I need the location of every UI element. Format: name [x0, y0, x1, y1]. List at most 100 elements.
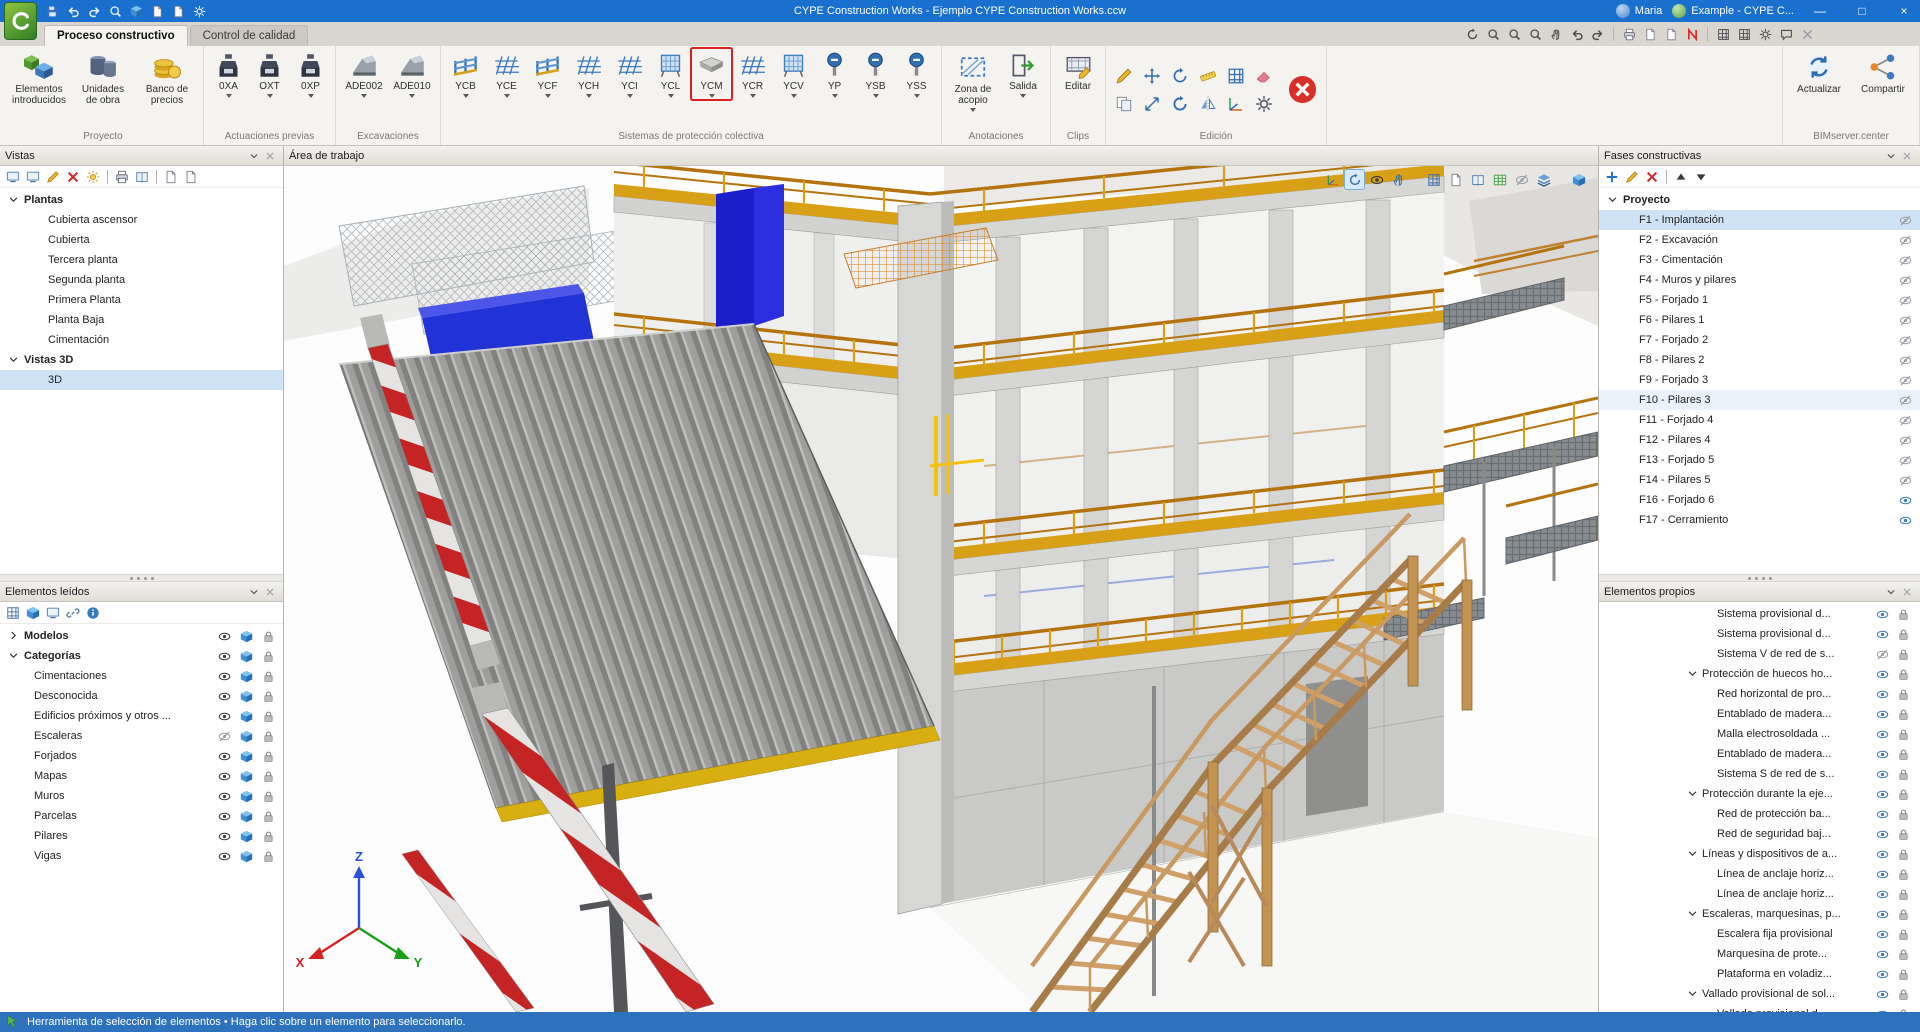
- lock-icon[interactable]: [262, 730, 275, 743]
- own-element-group-row[interactable]: Escaleras, marquesinas, p...: [1599, 904, 1920, 924]
- cube-icon[interactable]: [240, 790, 253, 803]
- move-up-icon[interactable]: [1672, 168, 1690, 186]
- eye-icon[interactable]: [1876, 728, 1889, 741]
- visibility-edit-icon[interactable]: [1512, 170, 1531, 189]
- stretch-icon[interactable]: [1139, 91, 1165, 117]
- eye-off-icon[interactable]: [1899, 374, 1912, 387]
- compartir-button[interactable]: Compartir: [1852, 49, 1914, 96]
- elementos-introducidos-button[interactable]: Elementos introducidos: [8, 49, 70, 107]
- eye-off-icon[interactable]: [1899, 454, 1912, 467]
- previous-view-icon[interactable]: [1568, 25, 1586, 43]
- coordinate-system-icon[interactable]: [1323, 170, 1342, 189]
- own-element-row[interactable]: Plataforma en voladiz...: [1599, 964, 1920, 984]
- cube-icon[interactable]: [240, 810, 253, 823]
- phase-row-f1-selected[interactable]: F1 - Implantación: [1599, 210, 1920, 230]
- cube-icon[interactable]: [240, 690, 253, 703]
- eye-icon[interactable]: [1876, 708, 1889, 721]
- phase-row-f12[interactable]: F12 - Pilares 4: [1599, 430, 1920, 450]
- eye-icon[interactable]: [218, 710, 231, 723]
- oxt-button[interactable]: OXT: [250, 49, 289, 99]
- eye-icon[interactable]: [1876, 948, 1889, 961]
- lock-icon[interactable]: [262, 850, 275, 863]
- import-view-icon[interactable]: [182, 168, 200, 186]
- move-down-icon[interactable]: [1692, 168, 1710, 186]
- tree-node-categorias[interactable]: Categorías: [0, 646, 283, 666]
- models-icon[interactable]: [4, 604, 22, 622]
- eye-off-icon[interactable]: [1899, 294, 1912, 307]
- chat-icon[interactable]: [1777, 25, 1795, 43]
- lock-icon[interactable]: [1897, 828, 1910, 841]
- eye-icon[interactable]: [218, 770, 231, 783]
- zoom-icon[interactable]: [107, 3, 124, 20]
- tree-item-muros[interactable]: Muros: [0, 786, 283, 806]
- lock-icon[interactable]: [1897, 928, 1910, 941]
- eye-icon[interactable]: [1876, 608, 1889, 621]
- delete-view-icon[interactable]: [64, 168, 82, 186]
- cube-icon[interactable]: [240, 650, 253, 663]
- new-view-icon[interactable]: [4, 168, 22, 186]
- tree-item-segunda-planta[interactable]: Segunda planta: [0, 270, 283, 290]
- block-3d-icon[interactable]: [128, 3, 145, 20]
- own-element-group-row[interactable]: Protección durante la eje...: [1599, 784, 1920, 804]
- oxp-button[interactable]: 0XP: [291, 49, 330, 99]
- lock-icon[interactable]: [1897, 768, 1910, 781]
- lock-icon[interactable]: [1897, 728, 1910, 741]
- rotate-copy-icon[interactable]: [1167, 91, 1193, 117]
- tree-item-forjados[interactable]: Forjados: [0, 746, 283, 766]
- matrix-icon[interactable]: [1223, 63, 1249, 89]
- phase-row-f2[interactable]: F2 - Excavación: [1599, 230, 1920, 250]
- eye-icon[interactable]: [1876, 748, 1889, 761]
- tree-item-pilares[interactable]: Pilares: [0, 826, 283, 846]
- phase-row-f17[interactable]: F17 - Cerramiento: [1599, 510, 1920, 530]
- snap-icon[interactable]: [1735, 25, 1753, 43]
- tree-node-modelos[interactable]: Modelos: [0, 626, 283, 646]
- tree-item-cubierta[interactable]: Cubierta: [0, 230, 283, 250]
- lock-icon[interactable]: [262, 810, 275, 823]
- maximize-button[interactable]: □: [1846, 0, 1878, 22]
- own-element-row[interactable]: Sistema S de red de s...: [1599, 764, 1920, 784]
- zoom-selection-icon[interactable]: [1526, 25, 1544, 43]
- phase-row-f9[interactable]: F9 - Forjado 3: [1599, 370, 1920, 390]
- yci-button[interactable]: YCI: [610, 49, 649, 99]
- cube-icon[interactable]: [240, 770, 253, 783]
- own-element-row[interactable]: Sistema provisional d...: [1599, 604, 1920, 624]
- lock-icon[interactable]: [1897, 808, 1910, 821]
- eye-icon[interactable]: [1876, 868, 1889, 881]
- pan-view-icon[interactable]: [1389, 170, 1408, 189]
- visibility-options-icon[interactable]: [1367, 170, 1386, 189]
- tree-item-escaleras[interactable]: Escaleras: [0, 726, 283, 746]
- own-element-row[interactable]: Red horizontal de pro...: [1599, 684, 1920, 704]
- magnet-icon[interactable]: [1683, 25, 1701, 43]
- eye-icon[interactable]: [1876, 888, 1889, 901]
- edit-icon[interactable]: [1111, 63, 1137, 89]
- phase-row-f8[interactable]: F8 - Pilares 2: [1599, 350, 1920, 370]
- own-element-row[interactable]: Línea de anclaje horiz...: [1599, 884, 1920, 904]
- tree-item-primera-planta[interactable]: Primera Planta: [0, 290, 283, 310]
- lock-icon[interactable]: [1897, 748, 1910, 761]
- sun-icon[interactable]: [84, 168, 102, 186]
- eye-icon[interactable]: [218, 650, 231, 663]
- own-element-row[interactable]: Sistema provisional d...: [1599, 624, 1920, 644]
- eye-off-icon[interactable]: [218, 730, 231, 743]
- duplicate-window-icon[interactable]: [1662, 25, 1680, 43]
- eye-off-icon[interactable]: [1899, 474, 1912, 487]
- own-element-group-row[interactable]: Vallado provisional de sol...: [1599, 984, 1920, 1004]
- save-icon[interactable]: [44, 3, 61, 20]
- close-button[interactable]: ×: [1888, 0, 1920, 22]
- lock-icon[interactable]: [1897, 908, 1910, 921]
- lock-icon[interactable]: [1897, 628, 1910, 641]
- eye-icon[interactable]: [218, 830, 231, 843]
- ade002-button[interactable]: ADE002: [341, 49, 387, 99]
- eye-icon[interactable]: [218, 630, 231, 643]
- cube-icon[interactable]: [240, 750, 253, 763]
- zoom-all-icon[interactable]: [1505, 25, 1523, 43]
- print-view-icon[interactable]: [113, 168, 131, 186]
- ycr-button[interactable]: YCR: [733, 49, 772, 99]
- add-phase-icon[interactable]: [1603, 168, 1621, 186]
- tree-item-cimentacion[interactable]: Cimentación: [0, 330, 283, 350]
- eye-off-icon[interactable]: [1899, 354, 1912, 367]
- own-element-row[interactable]: Escalera fija provisional: [1599, 924, 1920, 944]
- tree-item-parcelas[interactable]: Parcelas: [0, 806, 283, 826]
- eye-icon[interactable]: [1876, 848, 1889, 861]
- orbit-view-icon[interactable]: [1345, 170, 1364, 189]
